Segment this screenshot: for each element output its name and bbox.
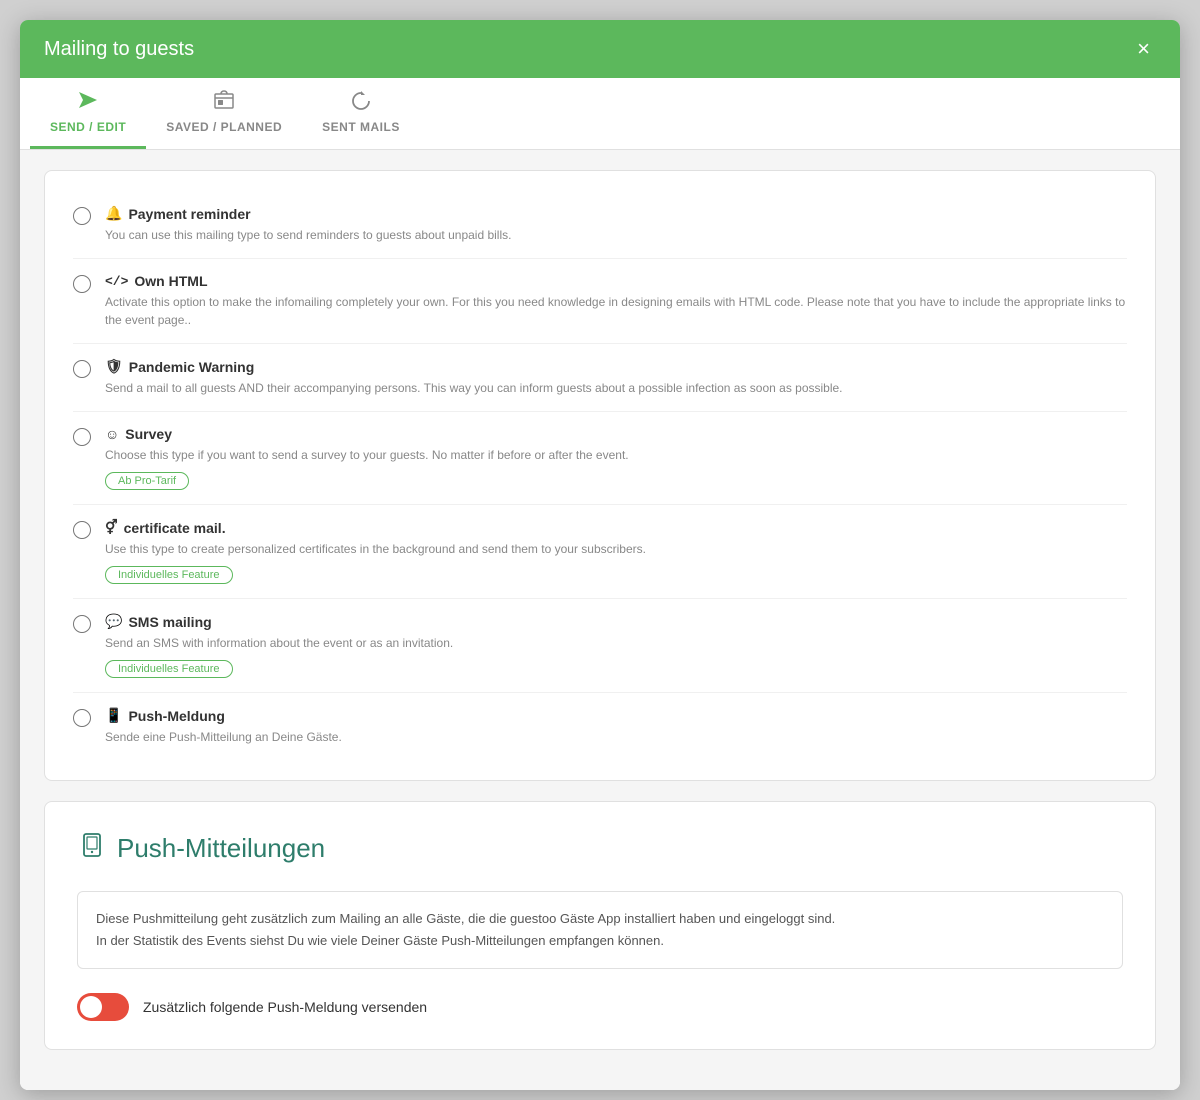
sms-icon: 💬 (105, 613, 122, 630)
shield-icon: 🛡 (105, 358, 123, 375)
option-title-push-meldung: 📱 Push-Meldung (105, 707, 1127, 724)
tabs-bar: SEND / EDIT SAVED / PLANNED SENT MAILS (20, 78, 1180, 150)
push-meldung-icon: 📱 (105, 707, 122, 724)
option-content-pandemic-warning: 🛡 Pandemic Warning Send a mail to all gu… (105, 358, 1127, 397)
tab-send-edit-label: SEND / EDIT (50, 120, 126, 134)
tab-send-edit[interactable]: SEND / EDIT (30, 78, 146, 149)
modal-title: Mailing to guests (44, 38, 194, 61)
push-title-icon (77, 830, 107, 867)
push-toggle-label: Zusätzlich folgende Push-Meldung versend… (143, 999, 427, 1015)
radio-own-html[interactable] (73, 275, 91, 293)
survey-icon: ☺ (105, 426, 119, 442)
option-content-sms-mailing: 💬 SMS mailing Send an SMS with informati… (105, 613, 1127, 678)
option-content-payment-reminder: 🔔 Payment reminder You can use this mail… (105, 205, 1127, 244)
modal-header: Mailing to guests × (20, 20, 1180, 78)
push-toggle[interactable] (77, 993, 129, 1021)
radio-payment-reminder[interactable] (73, 207, 91, 225)
tab-saved-planned[interactable]: SAVED / PLANNED (146, 78, 302, 149)
radio-pandemic-warning[interactable] (73, 360, 91, 378)
push-info-text: Diese Pushmitteilung geht zusätzlich zum… (77, 891, 1123, 969)
option-content-own-html: </> Own HTML Activate this option to mak… (105, 273, 1127, 329)
option-content-survey: ☺ Survey Choose this type if you want to… (105, 426, 1127, 490)
modal-body: 🔔 Payment reminder You can use this mail… (20, 150, 1180, 1090)
radio-survey[interactable] (73, 428, 91, 446)
toggle-slider (77, 993, 129, 1021)
push-mitteilungen-card: Push-Mitteilungen Diese Pushmitteilung g… (44, 801, 1156, 1050)
option-title-pandemic-warning: 🛡 Pandemic Warning (105, 358, 1127, 375)
option-push-meldung: 📱 Push-Meldung Sende eine Push-Mitteilun… (73, 693, 1127, 760)
option-payment-reminder: 🔔 Payment reminder You can use this mail… (73, 191, 1127, 259)
option-desc-sms-mailing: Send an SMS with information about the e… (105, 634, 1127, 652)
option-desc-push-meldung: Sende eine Push-Mitteilung an Deine Gäst… (105, 728, 1127, 746)
option-desc-pandemic-warning: Send a mail to all guests AND their acco… (105, 379, 1127, 397)
radio-sms-mailing[interactable] (73, 615, 91, 633)
sms-badge: Individuelles Feature (105, 660, 233, 678)
sent-mails-icon (350, 90, 372, 116)
option-title-own-html: </> Own HTML (105, 273, 1127, 289)
radio-push-meldung[interactable] (73, 709, 91, 727)
option-certificate-mail: ⚥ certificate mail. Use this type to cre… (73, 505, 1127, 599)
push-toggle-row: Zusätzlich folgende Push-Meldung versend… (77, 993, 1123, 1021)
option-survey: ☺ Survey Choose this type if you want to… (73, 412, 1127, 505)
option-title-certificate-mail: ⚥ certificate mail. (105, 519, 1127, 536)
bell-icon: 🔔 (105, 205, 122, 222)
certificate-badge: Individuelles Feature (105, 566, 233, 584)
option-pandemic-warning: 🛡 Pandemic Warning Send a mail to all gu… (73, 344, 1127, 412)
modal-container: Mailing to guests × SEND / EDIT SAVED / (20, 20, 1180, 1090)
option-own-html: </> Own HTML Activate this option to mak… (73, 259, 1127, 344)
certificate-icon: ⚥ (105, 519, 118, 536)
send-edit-icon (77, 90, 99, 116)
option-content-push-meldung: 📱 Push-Meldung Sende eine Push-Mitteilun… (105, 707, 1127, 746)
option-desc-own-html: Activate this option to make the infomai… (105, 293, 1127, 329)
option-title-payment-reminder: 🔔 Payment reminder (105, 205, 1127, 222)
tab-sent-mails[interactable]: SENT MAILS (302, 78, 420, 149)
option-sms-mailing: 💬 SMS mailing Send an SMS with informati… (73, 599, 1127, 693)
option-desc-certificate-mail: Use this type to create personalized cer… (105, 540, 1127, 558)
code-icon: </> (105, 274, 128, 289)
tab-saved-planned-label: SAVED / PLANNED (166, 120, 282, 134)
option-content-certificate-mail: ⚥ certificate mail. Use this type to cre… (105, 519, 1127, 584)
push-mitteilungen-title: Push-Mitteilungen (77, 830, 1123, 867)
survey-badge: Ab Pro-Tarif (105, 472, 189, 490)
option-title-sms-mailing: 💬 SMS mailing (105, 613, 1127, 630)
option-title-survey: ☺ Survey (105, 426, 1127, 442)
option-desc-payment-reminder: You can use this mailing type to send re… (105, 226, 1127, 244)
saved-planned-icon (213, 90, 235, 116)
tab-sent-mails-label: SENT MAILS (322, 120, 400, 134)
close-button[interactable]: × (1131, 36, 1156, 62)
radio-certificate-mail[interactable] (73, 521, 91, 539)
options-card: 🔔 Payment reminder You can use this mail… (44, 170, 1156, 781)
option-desc-survey: Choose this type if you want to send a s… (105, 446, 1127, 464)
